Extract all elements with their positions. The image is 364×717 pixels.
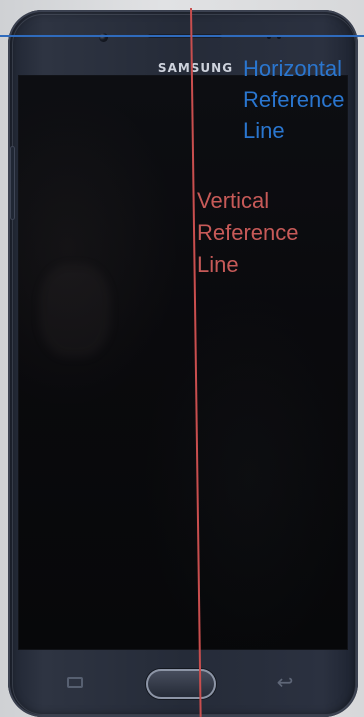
back-icon: ↩ xyxy=(276,672,294,694)
side-button xyxy=(10,146,15,220)
recent-apps-icon xyxy=(67,677,83,688)
home-button-icon xyxy=(146,669,216,699)
phone-screen xyxy=(18,75,348,650)
phone-photo-scene: SAMSUNG ↩ Horizontal Reference Line Vert… xyxy=(0,0,364,717)
brand-logo: SAMSUNG xyxy=(157,61,234,75)
horizontal-reference-line xyxy=(0,35,364,37)
horizontal-reference-label: Horizontal Reference Line xyxy=(243,56,345,143)
vertical-reference-label: Vertical Reference Line xyxy=(197,188,299,277)
